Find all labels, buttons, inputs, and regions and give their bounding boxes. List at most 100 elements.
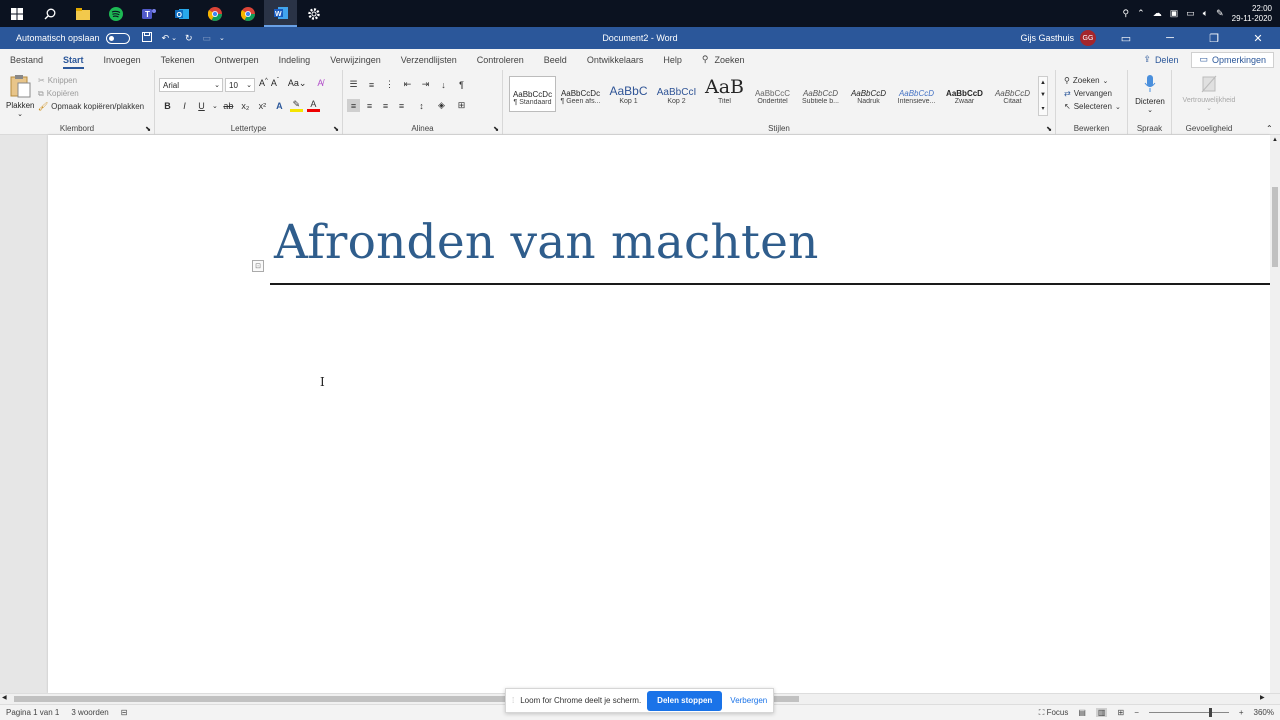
style-zwaar[interactable]: AaBbCcD Zwaar xyxy=(941,76,988,112)
print-icon[interactable]: ▭ xyxy=(203,33,212,44)
style-citaat[interactable]: AaBbCcD Citaat xyxy=(989,76,1036,112)
comments-button[interactable]: ▭ Opmerkingen xyxy=(1191,51,1274,68)
ribbon-display-options-icon[interactable]: ▭ xyxy=(1104,27,1148,49)
clear-formatting-icon[interactable]: A̸ xyxy=(317,78,323,89)
dialog-launcher-icon[interactable]: ⬊ xyxy=(145,125,151,133)
word-count[interactable]: 3 woorden xyxy=(71,708,108,717)
style-subtiele-benadrukking[interactable]: AaBbCcD Subtiele b... xyxy=(797,76,844,112)
underline-icon[interactable]: U xyxy=(195,99,208,112)
tab-help[interactable]: Help xyxy=(653,49,692,70)
justify-icon[interactable]: ≡ xyxy=(395,99,408,112)
stop-sharing-button[interactable]: Delen stoppen xyxy=(647,690,723,711)
dictate-button[interactable]: Dicteren ⌄ xyxy=(1132,74,1168,114)
subscript-icon[interactable]: x₂ xyxy=(239,99,252,112)
share-button[interactable]: ⇪ Delen xyxy=(1136,52,1185,68)
onedrive-icon[interactable]: ☁ xyxy=(1153,8,1162,19)
print-layout-icon[interactable]: ▥ xyxy=(1095,708,1108,717)
redo-icon[interactable]: ↻ xyxy=(185,33,193,44)
autosave-toggle[interactable] xyxy=(105,32,130,44)
change-case-icon[interactable]: Aa⌄ xyxy=(288,78,307,89)
shrink-font-icon[interactable]: Aˇ xyxy=(271,78,279,89)
align-right-icon[interactable]: ≡ xyxy=(379,99,392,112)
copy-button[interactable]: ⧉ Kopiëren xyxy=(38,87,144,100)
restore-button[interactable]: ❐ xyxy=(1192,27,1236,49)
dialog-launcher-icon[interactable]: ⬊ xyxy=(1046,125,1052,133)
focus-button[interactable]: ⛶ Focus xyxy=(1039,708,1069,718)
line-spacing-icon[interactable]: ↕ xyxy=(415,99,428,112)
paste-button[interactable]: Plakken ⌄ xyxy=(6,74,34,118)
tab-controleren[interactable]: Controleren xyxy=(467,49,534,70)
chevron-down-icon[interactable]: ▼ xyxy=(1040,92,1046,98)
numbering-icon[interactable]: ≡ xyxy=(365,78,378,91)
chevron-up-icon[interactable]: ⌃ xyxy=(1137,8,1145,19)
sort-icon[interactable]: ↓ xyxy=(437,78,450,91)
scrollbar-thumb[interactable] xyxy=(1272,187,1278,267)
cut-button[interactable]: ✂ Knippen xyxy=(38,74,144,87)
collapse-ribbon-icon[interactable]: ⌃ xyxy=(1266,124,1273,133)
search-icon[interactable] xyxy=(33,0,66,27)
network-icon[interactable]: ▣ xyxy=(1170,8,1179,19)
teams-icon[interactable]: T xyxy=(132,0,165,27)
chrome-icon[interactable] xyxy=(198,0,231,27)
sensitivity-button[interactable]: Vertrouwelijkheid ⌄ xyxy=(1174,74,1244,112)
font-name-combo[interactable]: Arial ⌄ xyxy=(159,78,223,92)
outlook-icon[interactable]: O xyxy=(165,0,198,27)
proofing-icon[interactable]: ⊟ xyxy=(121,708,128,717)
align-center-icon[interactable]: ≡ xyxy=(363,99,376,112)
document-title-text[interactable]: Afronden van machten xyxy=(274,215,819,270)
chevron-up-icon[interactable]: ▲ xyxy=(1040,80,1046,86)
close-button[interactable]: ✕ xyxy=(1236,27,1280,49)
pen-icon[interactable]: ✎ xyxy=(1216,8,1224,19)
tab-bestand[interactable]: Bestand xyxy=(0,49,53,70)
style-standaard[interactable]: AaBbCcDc ¶ Standaard xyxy=(509,76,556,112)
tab-verzendlijsten[interactable]: Verzendlijsten xyxy=(391,49,467,70)
scroll-right-icon[interactable]: ▶ xyxy=(1260,694,1265,701)
dialog-launcher-icon[interactable]: ⬊ xyxy=(333,125,339,133)
font-color-icon[interactable]: A xyxy=(306,99,320,112)
drag-handle-icon[interactable]: ⁞ xyxy=(512,696,514,705)
file-explorer-icon[interactable] xyxy=(66,0,99,27)
select-button[interactable]: ↖ Selecteren ⌄ xyxy=(1064,100,1121,113)
read-mode-icon[interactable]: ▤ xyxy=(1078,708,1086,717)
minimize-button[interactable]: ─ xyxy=(1148,27,1192,49)
user-name[interactable]: Gijs Gasthuis xyxy=(1020,33,1074,43)
underline-dropdown-icon[interactable]: ⌄ xyxy=(212,102,218,110)
zoom-slider[interactable] xyxy=(1148,708,1229,717)
show-formatting-icon[interactable]: ¶ xyxy=(455,78,468,91)
strikethrough-icon[interactable]: ab xyxy=(222,99,235,112)
tab-start[interactable]: Start xyxy=(53,49,94,70)
increase-indent-icon[interactable]: ⇥ xyxy=(419,78,432,91)
dialog-launcher-icon[interactable]: ⬊ xyxy=(493,125,499,133)
tell-me-search[interactable]: ⚲ Zoeken xyxy=(692,49,755,70)
scroll-up-icon[interactable]: ▲ xyxy=(1271,137,1279,145)
zoom-out-icon[interactable]: − xyxy=(1134,708,1139,717)
save-icon[interactable] xyxy=(141,32,152,44)
style-geen-afstand[interactable]: AaBbCcDc ¶ Geen afs... xyxy=(557,76,604,112)
italic-icon[interactable]: I xyxy=(178,99,191,112)
battery-icon[interactable]: ▭ xyxy=(1186,8,1195,19)
decrease-indent-icon[interactable]: ⇤ xyxy=(401,78,414,91)
highlight-icon[interactable]: ✎ xyxy=(289,99,303,112)
chrome-icon[interactable] xyxy=(231,0,264,27)
replace-button[interactable]: ⇄ Vervangen xyxy=(1064,87,1121,100)
people-icon[interactable]: ⚲ xyxy=(1123,8,1130,19)
tab-tekenen[interactable]: Tekenen xyxy=(151,49,205,70)
bold-icon[interactable]: B xyxy=(161,99,174,112)
page-count[interactable]: Pagina 1 van 1 xyxy=(6,708,59,717)
style-kop-1[interactable]: AaBbC Kop 1 xyxy=(605,76,652,112)
hide-button[interactable]: Verbergen xyxy=(730,696,767,705)
word-icon[interactable]: W xyxy=(264,0,297,27)
undo-dropdown-icon[interactable]: ⌄ xyxy=(171,34,177,42)
style-intensieve-nadruk[interactable]: AaBbCcD Intensieve... xyxy=(893,76,940,112)
text-effects-icon[interactable]: A xyxy=(273,99,286,112)
zoom-slider-thumb[interactable] xyxy=(1208,708,1212,717)
borders-icon[interactable]: ⊞ xyxy=(455,99,468,112)
find-button[interactable]: ⚲ Zoeken ⌄ xyxy=(1064,74,1121,87)
style-kop-2[interactable]: AaBbCcI Kop 2 xyxy=(653,76,700,112)
scroll-left-icon[interactable]: ◀ xyxy=(2,694,7,701)
grow-font-icon[interactable]: A^ xyxy=(259,78,268,89)
format-painter-button[interactable]: 🖌︎ Opmaak kopiëren/plakken xyxy=(38,100,144,113)
settings-icon[interactable] xyxy=(297,0,330,27)
style-titel[interactable]: AaB Titel xyxy=(701,76,748,112)
document-page[interactable]: ⊡ Afronden van machten I xyxy=(48,135,1270,693)
